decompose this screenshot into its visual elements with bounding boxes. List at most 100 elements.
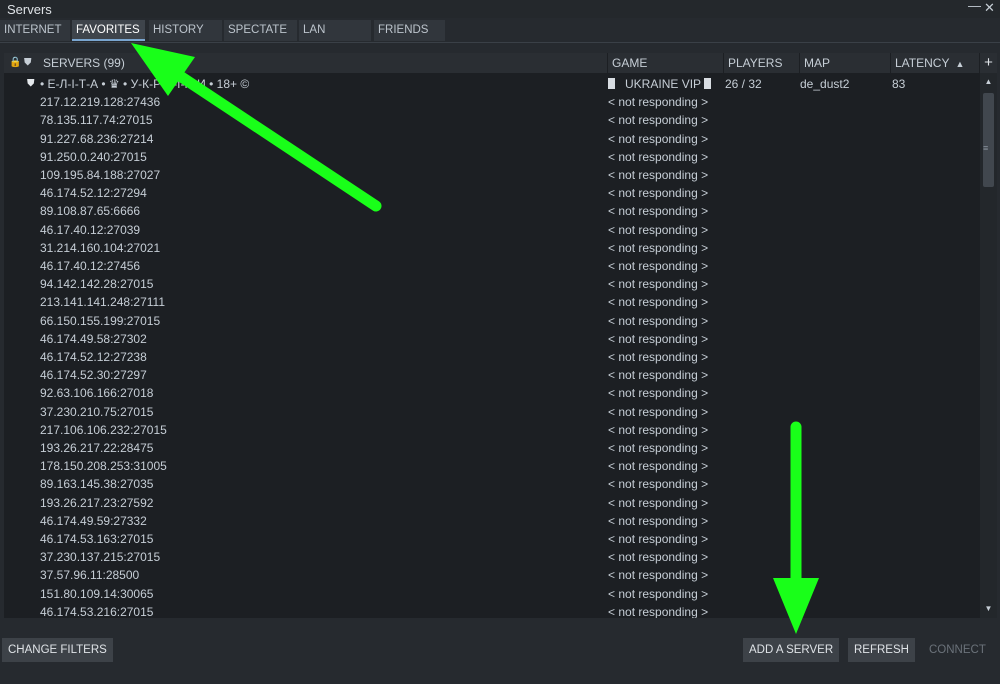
table-row[interactable]: 46.174.52.30:27297 < not responding > <box>4 366 979 384</box>
table-row[interactable]: 91.250.0.240:27015 < not responding > <box>4 148 979 166</box>
lock-icon[interactable]: 🔒 <box>9 53 21 73</box>
tab-divider <box>0 42 1000 43</box>
table-row[interactable]: 31.214.160.104:27021 < not responding > <box>4 239 979 257</box>
table-row[interactable]: 92.63.106.166:27018 < not responding > <box>4 384 979 402</box>
table-row[interactable]: 78.135.117.74:27015 < not responding > <box>4 111 979 129</box>
title-bar: Servers — ✕ <box>0 0 1000 18</box>
change-filters-button[interactable]: CHANGE FILTERS <box>2 638 113 662</box>
table-row[interactable]: 193.26.217.22:28475 < not responding > <box>4 439 979 457</box>
server-status: < not responding > <box>608 495 709 510</box>
server-status: < not responding > <box>608 95 709 110</box>
server-status: < not responding > <box>608 313 709 328</box>
add-column-button[interactable]: + <box>980 53 997 73</box>
column-players[interactable]: PLAYERS <box>723 53 799 73</box>
server-name: 91.227.68.236:27214 <box>40 131 154 146</box>
table-row[interactable]: 46.174.53.216:27015 < not responding > <box>4 603 979 618</box>
table-row[interactable]: 217.12.219.128:27436 < not responding > <box>4 93 979 111</box>
server-name: 217.12.219.128:27436 <box>40 95 161 110</box>
tab-lan[interactable]: LAN <box>299 20 371 41</box>
refresh-button[interactable]: REFRESH <box>848 638 915 662</box>
table-row[interactable]: 109.195.84.188:27027 < not responding > <box>4 166 979 184</box>
tab-friends[interactable]: FRIENDS <box>374 20 445 41</box>
server-name: 193.26.217.22:28475 <box>40 441 154 455</box>
tab-internet[interactable]: INTERNET <box>0 20 70 41</box>
server-name: 217.106.106.232:27015 <box>40 422 167 437</box>
close-icon[interactable]: ✕ <box>984 0 995 16</box>
add-server-button[interactable]: ADD A SERVER <box>743 638 840 662</box>
server-status: < not responding > <box>608 295 709 310</box>
shield-icon[interactable]: ⛊ <box>24 53 32 73</box>
server-name: 46.17.40.12:27039 <box>40 222 141 237</box>
table-row[interactable]: 217.106.106.232:27015 < not responding > <box>4 421 979 439</box>
table-row[interactable]: 46.174.49.59:27332 < not responding > <box>4 512 979 530</box>
server-status: < not responding > <box>608 532 709 546</box>
server-name: 151.80.109.14:30065 <box>40 586 154 601</box>
table-row[interactable]: 46.174.49.58:27302 < not responding > <box>4 330 979 348</box>
tab-history[interactable]: HISTORY <box>149 20 222 41</box>
table-row[interactable]: 89.108.87.65:6666 < not responding > <box>4 202 979 220</box>
scrollbar-thumb[interactable] <box>983 93 994 187</box>
scrollbar-grip-icon: ≡ <box>983 143 989 153</box>
table-row[interactable]: 46.17.40.12:27456 < not responding > <box>4 257 979 275</box>
table-row[interactable]: 193.26.217.23:27592 < not responding > <box>4 494 979 512</box>
server-status: < not responding > <box>608 186 709 201</box>
server-status: < not responding > <box>608 550 709 565</box>
table-row[interactable]: 151.80.109.14:30065 < not responding > <box>4 585 979 603</box>
scrollbar[interactable]: ▲ ≡ ▼ <box>980 73 997 618</box>
connect-button[interactable]: CONNECT <box>923 638 992 662</box>
server-name: 37.230.210.75:27015 <box>40 404 154 419</box>
server-status: < not responding > <box>608 259 709 273</box>
tab-bar: INTERNET FAVORITES HISTORY SPECTATE LAN … <box>0 20 1000 42</box>
sort-ascending-icon: ▲ <box>955 59 965 69</box>
table-row[interactable]: 46.174.53.163:27015 < not responding > <box>4 530 979 548</box>
table-row[interactable]: 91.227.68.236:27214 < not responding > <box>4 130 979 148</box>
table-row[interactable]: 46.174.52.12:27294 < not responding > <box>4 184 979 202</box>
table-row[interactable]: 66.150.155.199:27015 < not responding > <box>4 312 979 330</box>
minimize-icon[interactable]: — <box>968 0 981 13</box>
server-name: 46.174.49.59:27332 <box>40 513 147 528</box>
table-row[interactable]: 213.141.141.248:27111 < not responding > <box>4 293 979 311</box>
server-status: < not responding > <box>608 277 709 292</box>
tab-spectate[interactable]: SPECTATE <box>224 20 297 41</box>
table-row[interactable]: 37.57.96.11:28500 < not responding > <box>4 566 979 584</box>
tab-favorites[interactable]: FAVORITES <box>72 20 145 41</box>
table-row[interactable]: ⛊ • Е-Л-І-Т-А • ♛ • У-К-Р-А-Ї-Н-И • 18+ ©… <box>4 75 979 93</box>
server-status: < not responding > <box>608 477 709 492</box>
server-latency: 83 <box>892 77 906 91</box>
server-name: 31.214.160.104:27021 <box>40 240 161 255</box>
server-name: 89.108.87.65:6666 <box>40 204 141 219</box>
table-row[interactable]: 46.174.52.12:27238 < not responding > <box>4 348 979 366</box>
column-servers[interactable]: SERVERS (99) <box>43 53 125 73</box>
server-game: UKRAINE VIP <box>608 75 712 93</box>
window-title: Servers <box>7 2 52 17</box>
server-name: 37.57.96.11:28500 <box>40 568 140 583</box>
column-latency[interactable]: LATENCY ▲ <box>890 53 976 73</box>
server-status: < not responding > <box>608 131 709 146</box>
table-row[interactable]: 46.17.40.12:27039 < not responding > <box>4 221 979 239</box>
server-name: 46.174.53.216:27015 <box>40 604 154 618</box>
server-list: 🔒 ⛊ SERVERS (99) GAME PLAYERS MAP LATENC… <box>4 53 997 618</box>
table-row[interactable]: 37.230.210.75:27015 < not responding > <box>4 403 979 421</box>
server-name: 46.174.53.163:27015 <box>40 532 154 546</box>
server-map: de_dust2 <box>800 77 850 91</box>
server-name: 193.26.217.23:27592 <box>40 495 154 510</box>
server-name: • Е-Л-І-Т-А • ♛ • У-К-Р-А-Ї-Н-И • 18+ © <box>40 77 250 91</box>
column-map[interactable]: MAP <box>799 53 890 73</box>
server-name: 46.174.52.12:27294 <box>40 186 147 201</box>
server-name: 37.230.137.215:27015 <box>40 550 161 565</box>
server-status: < not responding > <box>608 586 709 601</box>
server-status: < not responding > <box>608 368 709 383</box>
scroll-up-icon[interactable]: ▲ <box>980 75 997 89</box>
server-status: < not responding > <box>608 204 709 219</box>
table-row[interactable]: 37.230.137.215:27015 < not responding > <box>4 548 979 566</box>
column-game[interactable]: GAME <box>607 53 723 73</box>
server-name: 91.250.0.240:27015 <box>40 149 147 164</box>
scroll-down-icon[interactable]: ▼ <box>980 602 997 616</box>
table-row[interactable]: 94.142.142.28:27015 < not responding > <box>4 275 979 293</box>
server-name: 46.17.40.12:27456 <box>40 259 141 273</box>
server-name: 46.174.52.12:27238 <box>40 350 147 364</box>
server-name: 109.195.84.188:27027 <box>40 168 161 182</box>
server-status: < not responding > <box>608 513 709 528</box>
table-row[interactable]: 89.163.145.38:27035 < not responding > <box>4 475 979 493</box>
table-row[interactable]: 178.150.208.253:31005 < not responding > <box>4 457 979 475</box>
